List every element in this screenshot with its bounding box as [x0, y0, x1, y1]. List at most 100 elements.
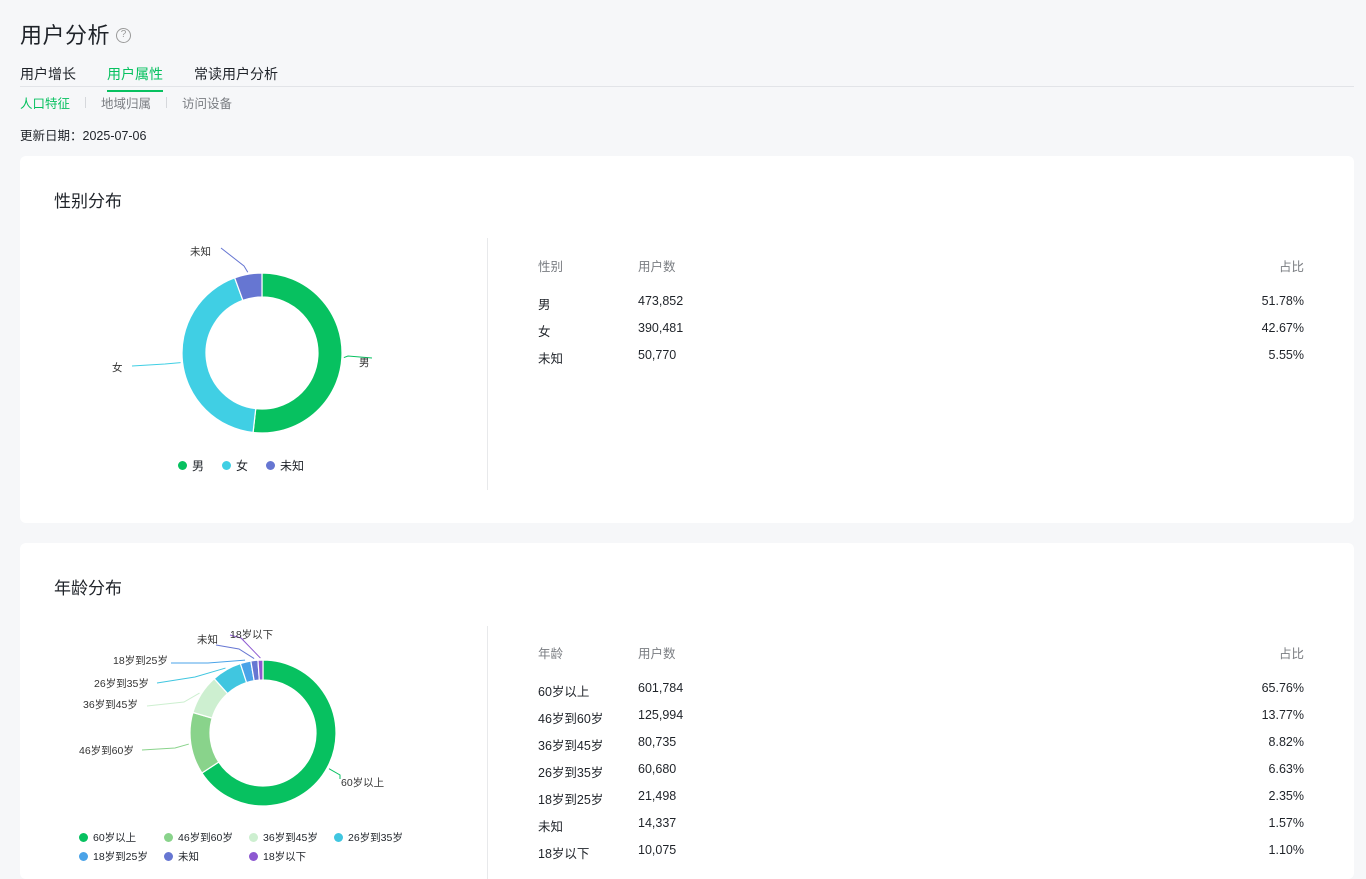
row-label: 18岁以下 — [538, 847, 590, 861]
legend-item-46-60[interactable]: 46岁到60岁 — [164, 830, 249, 845]
row-label: 男 — [538, 298, 551, 312]
main-tabs: 用户增长 用户属性 常读用户分析 — [20, 60, 1354, 92]
legend-item-female[interactable]: 女 — [222, 457, 248, 474]
legend-dot — [222, 461, 232, 470]
row-percent: 5.55% — [1268, 348, 1304, 362]
row-percent: 51.78% — [1261, 294, 1304, 308]
legend-item-26-35[interactable]: 26岁到35岁 — [334, 830, 419, 845]
legend-dot — [164, 833, 173, 842]
legend-item-18-25[interactable]: 18岁到25岁 — [79, 849, 164, 864]
slice-label: 女 — [112, 361, 123, 374]
slice-label: 未知 — [190, 245, 211, 258]
legend-label: 未知 — [178, 851, 199, 863]
legend-label: 60岁以上 — [93, 832, 137, 844]
legend-label: 46岁到60岁 — [178, 832, 233, 844]
table-row: 18岁以下 10,075 1.10% — [538, 843, 1304, 870]
table-row: 18岁到25岁 21,498 2.35% — [538, 789, 1304, 816]
table-row: 未知 50,770 5.55% — [538, 348, 1304, 375]
donut-slice[interactable] — [181, 277, 257, 434]
legend-dot — [164, 852, 173, 861]
legend-label: 26岁到35岁 — [348, 832, 403, 844]
header-age: 年龄 — [538, 647, 564, 661]
legend-label: 男 — [192, 459, 205, 473]
legend-label: 女 — [236, 459, 249, 473]
legend-item-unknown[interactable]: 未知 — [266, 457, 304, 474]
row-percent: 8.82% — [1268, 735, 1304, 749]
row-label: 26岁到35岁 — [538, 766, 604, 780]
legend-dot — [249, 833, 258, 842]
row-count: 390,481 — [638, 321, 684, 335]
table-row: 女 390,481 42.67% — [538, 321, 1304, 348]
row-label: 36岁到45岁 — [538, 739, 604, 753]
gender-legend: 男 女 未知 — [178, 457, 304, 474]
header-gender: 性别 — [538, 260, 564, 274]
tab-user-growth[interactable]: 用户增长 — [20, 64, 76, 90]
legend-item-under-18[interactable]: 18岁以下 — [249, 849, 334, 864]
row-count: 21,498 — [638, 789, 677, 803]
label-leader-line — [328, 768, 341, 779]
legend-label: 18岁到25岁 — [93, 851, 148, 863]
label-leader-line — [171, 659, 246, 664]
subtab-device[interactable]: 访问设备 — [182, 93, 232, 112]
subtab-divider — [166, 97, 168, 108]
row-label: 60岁以上 — [538, 685, 590, 699]
table-row: 男 473,852 51.78% — [538, 294, 1304, 321]
legend-item-unknown[interactable]: 未知 — [164, 849, 249, 864]
update-date-value: 2025-07-06 — [82, 129, 147, 143]
legend-dot — [249, 852, 258, 861]
question-circle-icon[interactable]: ? — [116, 27, 132, 43]
age-donut-chart: 60岁以上 46岁到60岁 36岁到45岁 26岁到35岁 18岁到25岁 未知 18岁以下 — [79, 628, 384, 807]
row-count: 50,770 — [638, 348, 677, 362]
row-percent: 13.77% — [1261, 708, 1304, 722]
row-percent: 65.76% — [1261, 681, 1304, 695]
row-label: 未知 — [538, 820, 564, 834]
donut-slice[interactable] — [257, 659, 264, 681]
row-count: 80,735 — [638, 735, 677, 749]
row-count: 473,852 — [638, 294, 684, 308]
header-users: 用户数 — [638, 260, 676, 274]
slice-label: 46岁到60岁 — [79, 744, 134, 757]
legend-label: 18岁以下 — [263, 851, 307, 863]
tab-frequent-readers[interactable]: 常读用户分析 — [194, 64, 278, 90]
row-label: 46岁到60岁 — [538, 712, 604, 726]
table-header: 年龄 用户数 占比 — [538, 643, 1304, 663]
subtab-demographics[interactable]: 人口特征 — [20, 93, 70, 112]
sub-tabs: 人口特征 地域归属 访问设备 — [20, 93, 232, 112]
row-count: 10,075 — [638, 843, 677, 857]
row-percent: 1.57% — [1268, 816, 1304, 830]
subtab-divider — [85, 97, 87, 108]
legend-label: 未知 — [280, 459, 305, 473]
label-leader-line — [215, 644, 255, 659]
table-row: 36岁到45岁 80,735 8.82% — [538, 735, 1304, 762]
slice-label: 26岁到35岁 — [94, 677, 149, 690]
row-percent: 42.67% — [1261, 321, 1304, 335]
update-date-row: 更新日期：2025-07-06 — [20, 125, 146, 144]
row-label: 18岁到25岁 — [538, 793, 604, 807]
slice-label: 未知 — [197, 633, 218, 646]
gender-card: 性别分布 男女未知 男 女 未知 性别 用户数 占比 男 473,852 51.… — [20, 156, 1354, 523]
row-percent: 1.10% — [1268, 843, 1304, 857]
legend-item-60-plus[interactable]: 60岁以上 — [79, 830, 164, 845]
row-count: 125,994 — [638, 708, 684, 722]
row-percent: 6.63% — [1268, 762, 1304, 776]
table-header: 性别 用户数 占比 — [538, 256, 1304, 276]
donut-slice[interactable] — [189, 711, 220, 774]
page-title: 用户分析 — [20, 23, 111, 48]
row-count: 601,784 — [638, 681, 684, 695]
legend-dot — [178, 461, 187, 470]
label-leader-line — [146, 692, 200, 707]
donut-slice[interactable] — [252, 272, 343, 434]
tab-user-attributes[interactable]: 用户属性 — [107, 64, 163, 92]
legend-item-36-45[interactable]: 36岁到45岁 — [249, 830, 334, 845]
row-label: 未知 — [538, 352, 564, 366]
legend-item-male[interactable]: 男 — [178, 457, 204, 474]
row-percent: 2.35% — [1268, 789, 1304, 803]
label-leader-line — [131, 362, 181, 367]
card-divider — [487, 238, 488, 490]
legend-dot — [79, 833, 88, 842]
header-users: 用户数 — [638, 647, 676, 661]
subtab-region[interactable]: 地域归属 — [101, 93, 151, 112]
table-row: 46岁到60岁 125,994 13.77% — [538, 708, 1304, 735]
header-percent: 占比 — [1278, 260, 1304, 274]
page-header: 用户分析 ? — [20, 18, 132, 50]
